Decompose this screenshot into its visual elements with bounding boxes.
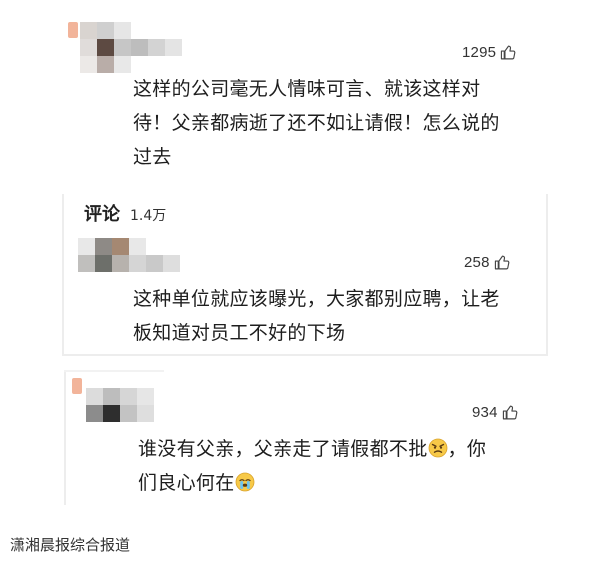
like-count: 934 [472,404,498,421]
comment-text: 谁没有父亲，父亲走了请假都不批 ，你 们良心何在 [138,432,538,500]
reply-label: 评论 [84,204,120,225]
comment-line: 谁没有父亲，父亲走了请假都不批 ，你 [138,432,538,466]
crying-face-icon [235,469,255,492]
comment-segment: ，你 [447,438,487,460]
like-count: 1295 [462,44,497,61]
blurred-avatar[interactable] [78,238,188,278]
blurred-avatar[interactable] [86,388,196,428]
reply-count: 1.4万 [130,208,167,224]
comment-line: 们良心何在 [138,466,538,500]
comment-line: 这样的公司毫无人情味可言、就该这样对 [133,78,481,100]
comment-text: 这种单位就应该曝光，大家都别应聘，让老 板知道对员工不好的下场 [133,282,533,350]
user-badge [68,22,78,38]
thumbs-up-icon[interactable] [494,254,511,271]
like-control[interactable]: 258 [464,254,511,271]
comment-line: 这种单位就应该曝光，大家都别应聘，让老 [133,288,500,310]
user-badge [72,378,82,394]
reply-header[interactable]: 评论 1.4万 [84,200,166,226]
angry-face-icon [428,435,448,458]
comment-line: 待！父亲都病逝了还不如让请假！怎么说的 [133,112,500,134]
like-control[interactable]: 934 [472,404,519,421]
comment-segment: 谁没有父亲，父亲走了请假都不批 [138,438,428,460]
thumbs-up-icon[interactable] [500,44,517,61]
comment-line: 过去 [133,146,172,168]
comment-segment: 们良心何在 [138,472,235,494]
like-count: 258 [464,254,490,271]
divider [64,370,66,505]
comment-line: 板知道对员工不好的下场 [133,322,346,344]
comment-text: 这样的公司毫无人情味可言、就该这样对 待！父亲都病逝了还不如让请假！怎么说的 过… [133,72,533,174]
thumbs-up-icon[interactable] [502,404,519,421]
like-control[interactable]: 1295 [462,44,517,61]
source-caption: 潇湘晨报综合报道 [10,536,131,554]
divider [64,370,164,372]
